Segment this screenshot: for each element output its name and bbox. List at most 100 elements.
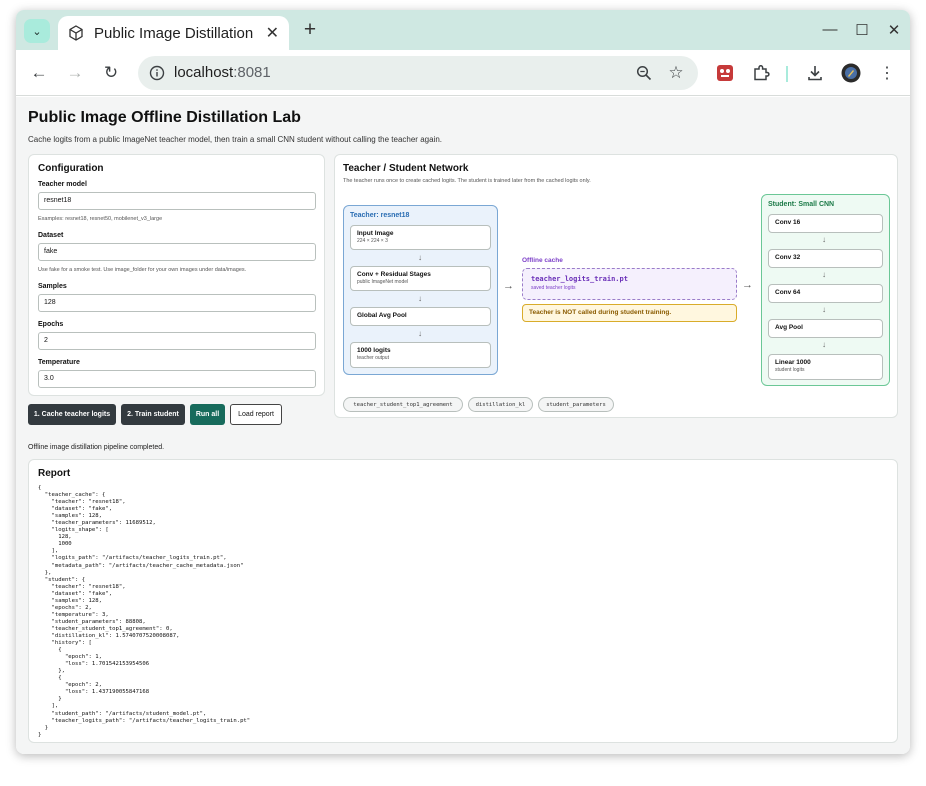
page-title: Public Image Offline Distillation Lab	[28, 109, 301, 126]
tab-title: Public Image Distillation	[94, 24, 254, 42]
student-node-conv32: Conv 32	[768, 249, 883, 268]
url-host: localhost	[174, 64, 234, 81]
teacher-node-logits: 1000 logits teacher output	[350, 342, 491, 368]
url-text[interactable]: localhost:8081	[174, 64, 271, 81]
configuration-card: Configuration Teacher model resnet18 Exa…	[28, 154, 325, 396]
browser-toolbar: ← → ↻ localhost:8081 ☆ ⋮	[16, 50, 910, 96]
page-content: Public Image Offline Distillation Lab Ca…	[16, 97, 910, 754]
down-arrow-icon: ↓	[418, 294, 422, 303]
teacher-model-label: Teacher model	[38, 181, 87, 188]
offline-cache-title: Offline cache	[522, 257, 563, 264]
epochs-input[interactable]: 2	[38, 332, 316, 350]
toolbar-divider	[786, 66, 788, 82]
cache-file-sub: saved teacher logits	[531, 285, 576, 291]
back-icon[interactable]: ←	[27, 61, 51, 85]
down-arrow-icon: ↓	[418, 253, 422, 262]
teacher-node-sub: 224 × 224 × 3	[357, 238, 388, 244]
epochs-label: Epochs	[38, 321, 64, 328]
teacher-node-conv-residual: Conv + Residual Stages public ImageNet m…	[350, 266, 491, 291]
page-subtitle: Cache logits from a public ImageNet teac…	[28, 135, 442, 144]
dataset-label: Dataset	[38, 232, 64, 239]
student-node-avg-pool: Avg Pool	[768, 319, 883, 338]
bookmark-star-icon[interactable]: ☆	[666, 63, 686, 83]
minimize-icon[interactable]: —	[822, 21, 838, 38]
teacher-diagram: Teacher: resnet18 Input Image 224 × 224 …	[343, 205, 498, 375]
report-json: { "teacher_cache": { "teacher": "resnet1…	[38, 485, 251, 738]
teacher-node-title: Input Image	[357, 230, 394, 237]
student-node-conv16: Conv 16	[768, 214, 883, 233]
profile-avatar-icon[interactable]	[840, 62, 862, 84]
url-port: :8081	[233, 64, 271, 81]
metric-chip: distillation_kl	[468, 397, 533, 412]
teacher-model-input[interactable]: resnet18	[38, 192, 316, 210]
train-student-button[interactable]: 2. Train student	[121, 404, 185, 425]
chevron-down-icon: ⌄	[32, 25, 42, 38]
tab-search-button[interactable]: ⌄	[24, 19, 50, 43]
extension-game-icon[interactable]	[714, 62, 736, 84]
temperature-label: Temperature	[38, 359, 80, 366]
student-node-conv64: Conv 64	[768, 284, 883, 303]
tab-active[interactable]: Public Image Distillation ✕	[58, 16, 289, 50]
site-info-icon[interactable]	[147, 63, 167, 83]
teacher-node-global-avg-pool: Global Avg Pool	[350, 307, 491, 326]
student-node-title: Conv 16	[775, 219, 801, 226]
dataset-hint: Use fake for a smoke test. Use image_fol…	[38, 267, 247, 273]
cache-teacher-logits-button[interactable]: 1. Cache teacher logits	[28, 404, 116, 425]
download-icon[interactable]	[804, 62, 826, 84]
metric-chip: student_parameters	[538, 397, 614, 412]
forward-icon[interactable]: →	[63, 61, 87, 85]
teacher-not-called-warning: Teacher is NOT called during student tra…	[522, 304, 737, 322]
down-arrow-icon: ↓	[822, 235, 826, 244]
teacher-node-title: 1000 logits	[357, 347, 391, 354]
load-report-button[interactable]: Load report	[230, 404, 282, 425]
down-arrow-icon: ↓	[822, 270, 826, 279]
network-card: Teacher / Student Network The teacher ru…	[334, 154, 898, 418]
address-bar[interactable]: localhost:8081 ☆	[138, 56, 698, 90]
teacher-model-hint: Examples: resnet18, resnet50, mobilenet_…	[38, 216, 163, 222]
cache-file-name: teacher_logits_train.pt	[531, 275, 628, 283]
temperature-input[interactable]: 3.0	[38, 370, 316, 388]
report-title: Report	[38, 468, 71, 479]
tab-bar: ⌄ Public Image Distillation ✕ + — ☐ ✕	[16, 10, 910, 50]
metric-chip: teacher_student_top1_agreement	[343, 397, 463, 412]
offline-cache-box: teacher_logits_train.pt saved teacher lo…	[522, 268, 737, 300]
maximize-icon[interactable]: ☐	[854, 21, 870, 39]
down-arrow-icon: ↓	[418, 329, 422, 338]
run-all-button[interactable]: Run all	[190, 404, 225, 425]
zoom-icon[interactable]	[634, 63, 654, 83]
student-title: Student: Small CNN	[768, 201, 835, 208]
student-node-linear1000: Linear 1000 student logits	[768, 354, 883, 380]
down-arrow-icon: ↓	[822, 305, 826, 314]
dataset-input[interactable]: fake	[38, 243, 316, 261]
samples-label: Samples	[38, 283, 67, 290]
student-node-title: Avg Pool	[775, 324, 803, 331]
teacher-node-input-image: Input Image 224 × 224 × 3	[350, 225, 491, 250]
student-node-title: Conv 64	[775, 289, 801, 296]
reload-icon[interactable]: ↻	[99, 61, 123, 85]
student-node-sub: student logits	[775, 367, 805, 373]
extensions-puzzle-icon[interactable]	[750, 62, 772, 84]
browser-window: ⌄ Public Image Distillation ✕ + — ☐ ✕ ← …	[16, 10, 910, 754]
more-menu-icon[interactable]: ⋮	[876, 62, 898, 84]
teacher-node-sub: public ImageNet model	[357, 279, 409, 285]
right-arrow-icon: →	[503, 280, 514, 292]
down-arrow-icon: ↓	[822, 340, 826, 349]
network-title: Teacher / Student Network	[343, 163, 469, 174]
network-subtitle: The teacher runs once to create cached l…	[343, 178, 591, 184]
window-close-icon[interactable]: ✕	[886, 21, 902, 39]
teacher-node-sub: teacher output	[357, 355, 389, 361]
right-arrow-icon: →	[742, 279, 753, 291]
student-diagram: Student: Small CNN Conv 16 ↓ Conv 32 ↓ C…	[761, 194, 890, 386]
status-text: Offline image distillation pipeline comp…	[28, 444, 165, 451]
student-node-title: Linear 1000	[775, 359, 811, 366]
student-node-title: Conv 32	[775, 254, 801, 261]
new-tab-button[interactable]: +	[299, 18, 321, 42]
teacher-node-title: Global Avg Pool	[357, 312, 407, 319]
configuration-title: Configuration	[38, 163, 104, 174]
samples-input[interactable]: 128	[38, 294, 316, 312]
close-icon[interactable]: ✕	[266, 23, 279, 43]
report-card: Report { "teacher_cache": { "teacher": "…	[28, 459, 898, 743]
cube-favicon-icon	[68, 25, 84, 41]
teacher-title: Teacher: resnet18	[350, 212, 410, 219]
teacher-node-title: Conv + Residual Stages	[357, 271, 431, 278]
